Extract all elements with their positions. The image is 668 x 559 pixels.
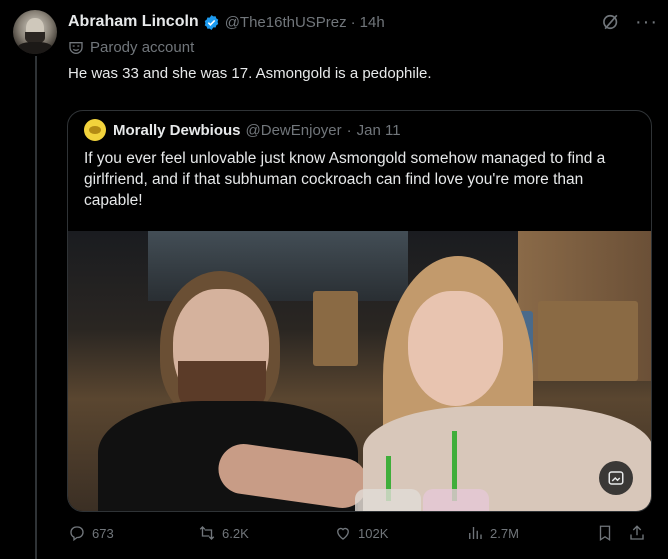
media-person-left (98, 271, 371, 511)
grok-icon[interactable] (601, 12, 621, 32)
views-icon (469, 527, 482, 539)
separator: · (350, 13, 356, 31)
share-button[interactable] (628, 524, 646, 542)
post-text: He was 33 and she was 17. Asmongold is a… (68, 65, 432, 82)
media-cup (355, 489, 421, 511)
share-icon (630, 525, 644, 540)
verified-icon (204, 14, 218, 30)
avatar-coat (17, 42, 53, 54)
quoted-media-image[interactable] (68, 231, 651, 511)
quoted-date[interactable]: Jan 11 (357, 122, 401, 139)
quoted-post[interactable]: Morally Dewbious @DewEnjoyer · Jan 11 If… (67, 110, 652, 512)
views-count: 2.7M (490, 525, 519, 541)
quoted-header: Morally Dewbious @DewEnjoyer · Jan 11 (84, 119, 401, 141)
quoted-avatar[interactable] (84, 119, 106, 141)
thread-line (35, 56, 37, 559)
quoted-author-name[interactable]: Morally Dewbious (113, 122, 241, 139)
views-button[interactable]: 2.7M (466, 524, 519, 542)
woman-head (408, 291, 503, 406)
quoted-author-handle[interactable]: @DewEnjoyer (246, 122, 342, 139)
repost-count: 6.2K (222, 525, 249, 541)
like-count: 102K (358, 525, 389, 541)
like-icon (337, 527, 349, 540)
quoted-text: If you ever feel unlovable just know Asm… (84, 150, 606, 209)
post-time[interactable]: 14h (360, 14, 385, 31)
bookmark-icon (599, 525, 611, 542)
image-edit-icon (608, 471, 624, 485)
post-header: Abraham Lincoln @The16thUSPrez · 14h (68, 12, 658, 32)
author-name[interactable]: Abraham Lincoln (68, 13, 199, 31)
repost-button[interactable]: 6.2K (198, 524, 249, 542)
image-edit-button[interactable] (599, 461, 633, 495)
reply-icon (70, 526, 84, 542)
like-button[interactable]: 102K (334, 524, 388, 542)
parody-badge: Parody account (68, 39, 194, 56)
reply-button[interactable]: 673 (68, 524, 114, 542)
author-handle[interactable]: @The16thUSPrez (225, 14, 347, 31)
post-top-actions: ··· (601, 12, 658, 32)
quoted-separator: · (346, 121, 352, 139)
repost-icon (199, 526, 215, 540)
author-avatar[interactable] (13, 10, 57, 54)
post-actions: 673 6.2K 102K 2.7M (68, 524, 650, 544)
parody-icon (69, 41, 83, 54)
bookmark-button[interactable] (596, 524, 614, 542)
reply-count: 673 (92, 525, 114, 541)
more-icon[interactable]: ··· (635, 12, 658, 32)
parody-label: Parody account (90, 39, 195, 56)
media-cup (423, 489, 489, 511)
